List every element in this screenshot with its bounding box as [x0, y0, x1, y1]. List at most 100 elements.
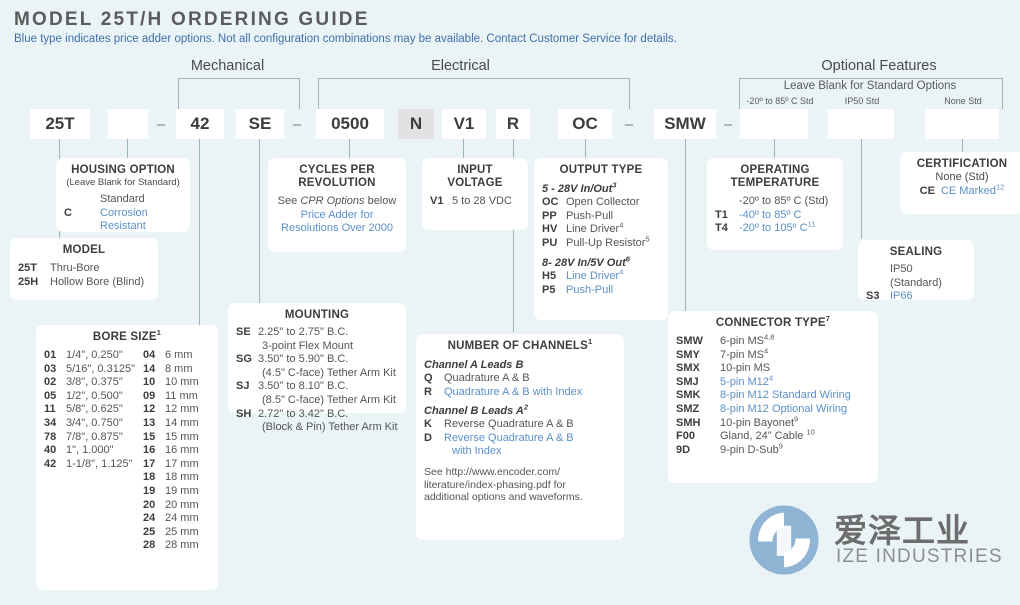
bore-size-row[interactable]: 25 25 mm [143, 526, 199, 540]
part-box-mounting[interactable]: SE [236, 109, 284, 139]
option-code: SMH [676, 416, 701, 429]
part-box-model[interactable]: 25T [30, 109, 90, 139]
part-box-channels-placeholder[interactable]: N [398, 109, 434, 139]
part-box-input-voltage[interactable]: V1 [442, 109, 486, 139]
option-label: 9-pin D-Sub9 [720, 441, 783, 456]
option-label: Quadrature A & B [444, 372, 530, 384]
mounting-row[interactable]: SG 3.50" to 5.90" B.C. (4.5" C-face) Tethe… [236, 353, 398, 380]
certification-label-sup: 12 [995, 182, 1005, 192]
bore-size-row[interactable]: 04 6 mm [143, 349, 199, 363]
option-label: 7/8", 0.875" [66, 430, 123, 443]
connector-type-row[interactable]: SMY 7-pin MS4 [676, 347, 870, 363]
bore-size-row[interactable]: 19 19 mm [143, 485, 199, 499]
option-label: Gland, 24" Cable 10 [720, 427, 815, 443]
part-box-cpr[interactable]: 0500 [316, 109, 384, 139]
option-code: 15 [142, 430, 156, 443]
part-box-output-type[interactable]: OC [558, 109, 612, 139]
model-code: 25H [18, 275, 39, 288]
bore-size-row[interactable]: 09 11 mm [143, 390, 199, 404]
bore-size-row[interactable]: 28 28 mm [143, 539, 199, 553]
sealing-row[interactable]: S3 IP66 [866, 290, 966, 304]
bore-size-row[interactable]: 42 1-1/8", 1.125" [44, 458, 135, 472]
channels-note-line1: See http://www.encoder.com/ [424, 465, 560, 478]
output-type-row[interactable]: PP Push-Pull [542, 210, 660, 224]
part-box-operating-temperature[interactable] [740, 109, 808, 139]
channels-row[interactable]: D Reverse Quadrature A & B [424, 432, 616, 446]
certification-label: CE Marked12 [935, 182, 1005, 199]
bore-size-row[interactable]: 13 14 mm [143, 417, 199, 431]
output-type-row[interactable]: OC Open Collector [542, 196, 660, 210]
channels-row[interactable]: R Quadrature A & B with Index [424, 386, 616, 400]
option-code: 24 [142, 512, 156, 525]
bore-size-row[interactable]: 03 5/16", 0.3125" [44, 363, 135, 377]
channels-row[interactable]: Q Quadrature A & B [424, 372, 616, 386]
mounting-row[interactable]: SH 2.72" to 3.42" B.C. (Block & Pin) Tethe… [236, 408, 398, 435]
option-code: 18 [142, 471, 156, 484]
connector-type-row[interactable]: SMJ 5-pin M124 [676, 374, 870, 390]
connector-type-row[interactable]: SMH 10-pin Bayonet9 [676, 413, 870, 431]
channels-group2-sup: 2 [523, 402, 529, 412]
output-type-row[interactable]: H5 Line Driver4 [542, 268, 660, 284]
bore-size-row[interactable]: 05 1/2", 0.500" [44, 390, 135, 404]
connector-type-row[interactable]: SMW 6-pin MS4,8 [676, 333, 870, 349]
output-type-row[interactable]: HV Line Driver4 [542, 221, 660, 237]
bore-size-row[interactable]: 34 3/4", 0.750" [44, 417, 135, 431]
option-label: 18 mm [164, 471, 199, 484]
bore-size-row[interactable]: 24 24 mm [143, 512, 199, 526]
bore-size-row[interactable]: 12 12 mm [143, 403, 199, 417]
housing-option-row[interactable]: Standard [64, 193, 182, 207]
connector-type-row[interactable]: 9D 9-pin D-Sub9 [676, 441, 870, 458]
part-box-connector-type[interactable]: SMW [654, 109, 716, 139]
operating-temperature-title-line2: TEMPERATURE [730, 177, 820, 189]
option-code: R [424, 385, 432, 398]
operating-temperature-row[interactable]: -20º to 85º C (Std) [715, 195, 835, 209]
part-box-housing[interactable] [108, 109, 148, 139]
housing-option-row[interactable]: C Corrosion Resistant [64, 207, 182, 234]
connector-type-row[interactable]: SMZ 8-pin M12 Optional Wiring [676, 403, 870, 417]
channels-title-text: NUMBER OF CHANNELS [447, 340, 588, 352]
bore-size-row[interactable]: 10 10 mm [143, 376, 199, 390]
certification-row[interactable]: CE CE Marked12 [908, 182, 1016, 199]
bore-size-row[interactable]: 01 1/4", 0.250" [44, 349, 135, 363]
option-label-sup: 9 [794, 413, 799, 423]
mounting-label-2: (8.5" C-face) Tether Arm Kit [262, 393, 396, 406]
certification-subtitle: None (Std) [935, 171, 989, 183]
mounting-row[interactable]: SJ 3.50" to 8.10" B.C. (8.5" C-face) Tethe… [236, 380, 398, 407]
bore-size-row[interactable]: 20 20 mm [143, 499, 199, 513]
output-type-row[interactable]: PU Pull-Up Resistor5 [542, 235, 660, 251]
model-row[interactable]: 25H Hollow Bore (Blind) [18, 276, 150, 290]
bore-size-row[interactable]: 14 8 mm [143, 363, 199, 377]
option-label: Reverse Quadrature A & B [444, 431, 574, 444]
bore-size-row[interactable]: 18 18 mm [143, 471, 199, 485]
bore-size-row[interactable]: 40 1", 1.000" [44, 444, 135, 458]
operating-temperature-row[interactable]: T1 -40º to 85º C [715, 209, 835, 223]
connector-type-row[interactable]: SMK 8-pin M12 Standard Wiring [676, 389, 870, 403]
channels-row[interactable]: K Reverse Quadrature A & B [424, 418, 616, 432]
part-box-bore-size[interactable]: 42 [176, 109, 224, 139]
option-code: 10 [142, 376, 156, 389]
bore-size-row[interactable]: 15 15 mm [143, 431, 199, 445]
part-box-sealing[interactable] [828, 109, 894, 139]
option-code: H5 [542, 270, 557, 283]
bore-size-row[interactable]: 16 16 mm [143, 444, 199, 458]
model-row[interactable]: 25T Thru-Bore [18, 262, 150, 276]
input-voltage-row[interactable]: V1 5 to 28 VDC [430, 195, 520, 209]
bore-size-row[interactable]: 78 7/8", 0.875" [44, 431, 135, 445]
dash-2: – [292, 115, 302, 133]
output-type-row[interactable]: P5 Push-Pull [542, 284, 660, 298]
bore-size-row[interactable]: 11 5/8", 0.625" [44, 403, 135, 417]
mounting-row[interactable]: SE 2.25" to 2.75" B.C. 3-point Flex Mount [236, 326, 398, 353]
option-label: 10-pin Bayonet9 [720, 413, 799, 429]
part-box-number-of-channels[interactable]: R [496, 109, 530, 139]
mounting-code: SG [236, 353, 252, 366]
part-box-certification[interactable] [925, 109, 999, 139]
option-code: 14 [142, 362, 156, 375]
operating-temperature-row[interactable]: T4 -20º to 105º C11 [715, 220, 835, 236]
cpr-price-adder-line1: Price Adder for [300, 208, 374, 221]
bore-size-row[interactable]: 17 17 mm [143, 458, 199, 472]
leader-input-voltage [463, 139, 465, 159]
model-code: 25T [18, 262, 37, 274]
bore-size-row[interactable]: 02 3/8", 0.375" [44, 376, 135, 390]
connector-type-row[interactable]: F00 Gland, 24" Cable 10 [676, 427, 870, 444]
sealing-row[interactable]: IP50 (Standard) [866, 263, 966, 290]
